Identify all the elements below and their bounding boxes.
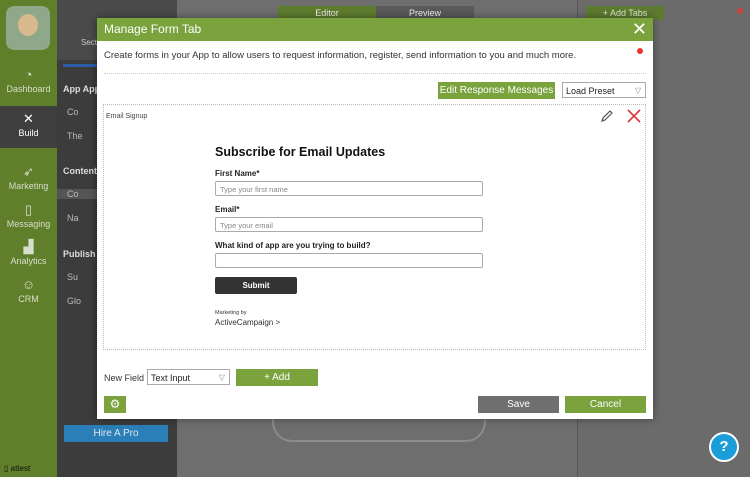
main-nav: ◔ Dashboard ✕ Build ➶ Marketing ▯ Messag…	[0, 0, 57, 477]
pencil-icon[interactable]	[599, 108, 615, 124]
email-field[interactable]: Type your email	[215, 217, 483, 232]
email-label: Email*	[215, 205, 240, 214]
nav-analytics[interactable]: ▟ Analytics	[0, 239, 57, 267]
new-field-label: New Field	[104, 373, 145, 383]
nav-dashboard[interactable]: ◔ Dashboard	[0, 67, 57, 95]
modal-title: Manage Form Tab	[104, 22, 202, 36]
first-name-field[interactable]: Type your first name	[215, 181, 483, 196]
sidebar-item-2[interactable]: The	[67, 131, 83, 141]
add-field-button[interactable]: + Add	[236, 369, 318, 386]
nav-messaging[interactable]: ▯ Messaging	[0, 202, 57, 230]
email-signup-form: Subscribe for Email Updates First Name* …	[215, 145, 495, 327]
form-title: Subscribe for Email Updates	[215, 145, 386, 159]
sidebar-item-5[interactable]: Su	[67, 272, 78, 282]
marketing-by-label: Marketing by	[215, 310, 247, 316]
sidebar-item-6[interactable]: Glo	[67, 296, 81, 306]
nav-build[interactable]: ✕ Build	[0, 106, 57, 148]
hire-a-pro-button[interactable]: Hire A Pro	[64, 425, 168, 442]
modal-description: Create forms in your App to allow users …	[104, 50, 577, 61]
close-icon[interactable]: ✕	[632, 19, 647, 39]
submit-button[interactable]: Submit	[215, 277, 297, 294]
field-type-select[interactable]: Text Input ▽	[147, 369, 230, 385]
form-preview: Email Signup Subscribe for Email Updates…	[103, 104, 646, 350]
user-name[interactable]: ▯ attest	[4, 464, 30, 473]
modal-header: Manage Form Tab ✕	[97, 18, 653, 41]
edit-response-messages-button[interactable]: Edit Response Messages	[438, 82, 555, 99]
form-name-label: Email Signup	[106, 113, 148, 120]
chevron-down-icon: ▽	[218, 373, 225, 382]
app-type-field[interactable]	[215, 253, 483, 268]
save-button[interactable]: Save	[478, 396, 559, 413]
sidebar-heading-content: Content	[63, 166, 97, 176]
manage-form-modal: Manage Form Tab ✕ Create forms in your A…	[97, 18, 653, 419]
person-icon: ☺	[21, 277, 36, 292]
help-button[interactable]: ?	[709, 432, 739, 462]
nav-marketing[interactable]: ➶ Marketing	[0, 164, 57, 192]
activecampaign-logo[interactable]: ActiveCampaign >	[215, 318, 495, 327]
chevron-down-icon: ▽	[634, 86, 641, 95]
dashboard-icon: ◔	[24, 67, 33, 82]
load-preset-select[interactable]: Load Preset ▽	[562, 82, 646, 98]
gear-icon[interactable]: ⚙	[104, 396, 126, 413]
sidebar-item-1[interactable]: Co	[67, 107, 79, 117]
build-icon: ✕	[23, 111, 34, 126]
sidebar-heading-publish: Publish	[63, 249, 96, 259]
app-type-label: What kind of app are you trying to build…	[215, 241, 371, 250]
divider	[104, 73, 646, 74]
nav-crm[interactable]: ☺ CRM	[0, 277, 57, 305]
rocket-icon: ➶	[23, 164, 34, 179]
analytics-icon: ▟	[23, 239, 34, 254]
delete-icon[interactable]	[627, 109, 641, 123]
status-dot	[637, 48, 643, 54]
sidebar-item-4[interactable]: Na	[67, 213, 79, 223]
messaging-icon: ▯	[24, 202, 33, 217]
app-logo[interactable]	[6, 6, 50, 50]
first-name-label: First Name*	[215, 169, 260, 178]
notification-dot	[737, 8, 743, 14]
cancel-button[interactable]: Cancel	[565, 396, 646, 413]
